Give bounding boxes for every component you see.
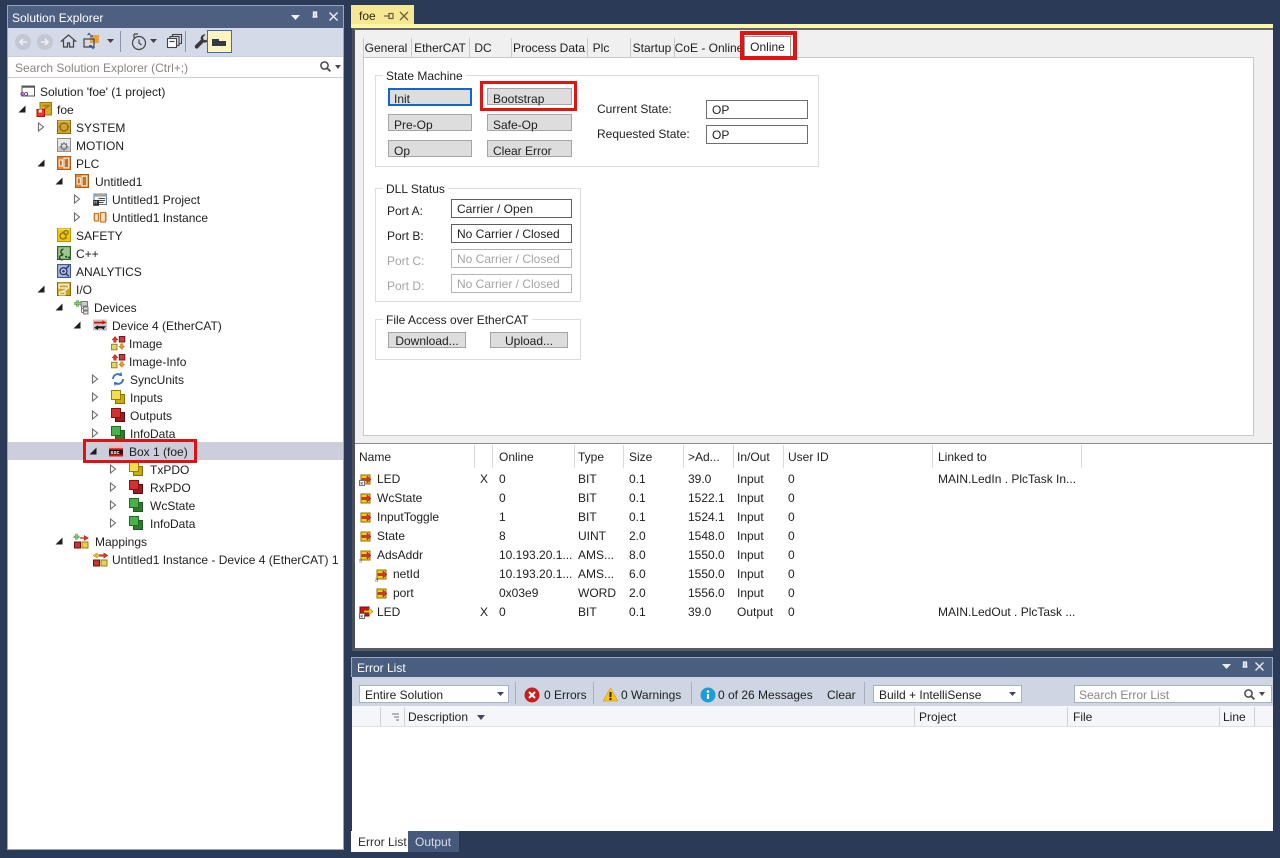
svg-text:s: s <box>359 559 362 564</box>
svg-text:∞: ∞ <box>20 87 29 100</box>
svg-text:PLC: PLC <box>97 192 105 197</box>
